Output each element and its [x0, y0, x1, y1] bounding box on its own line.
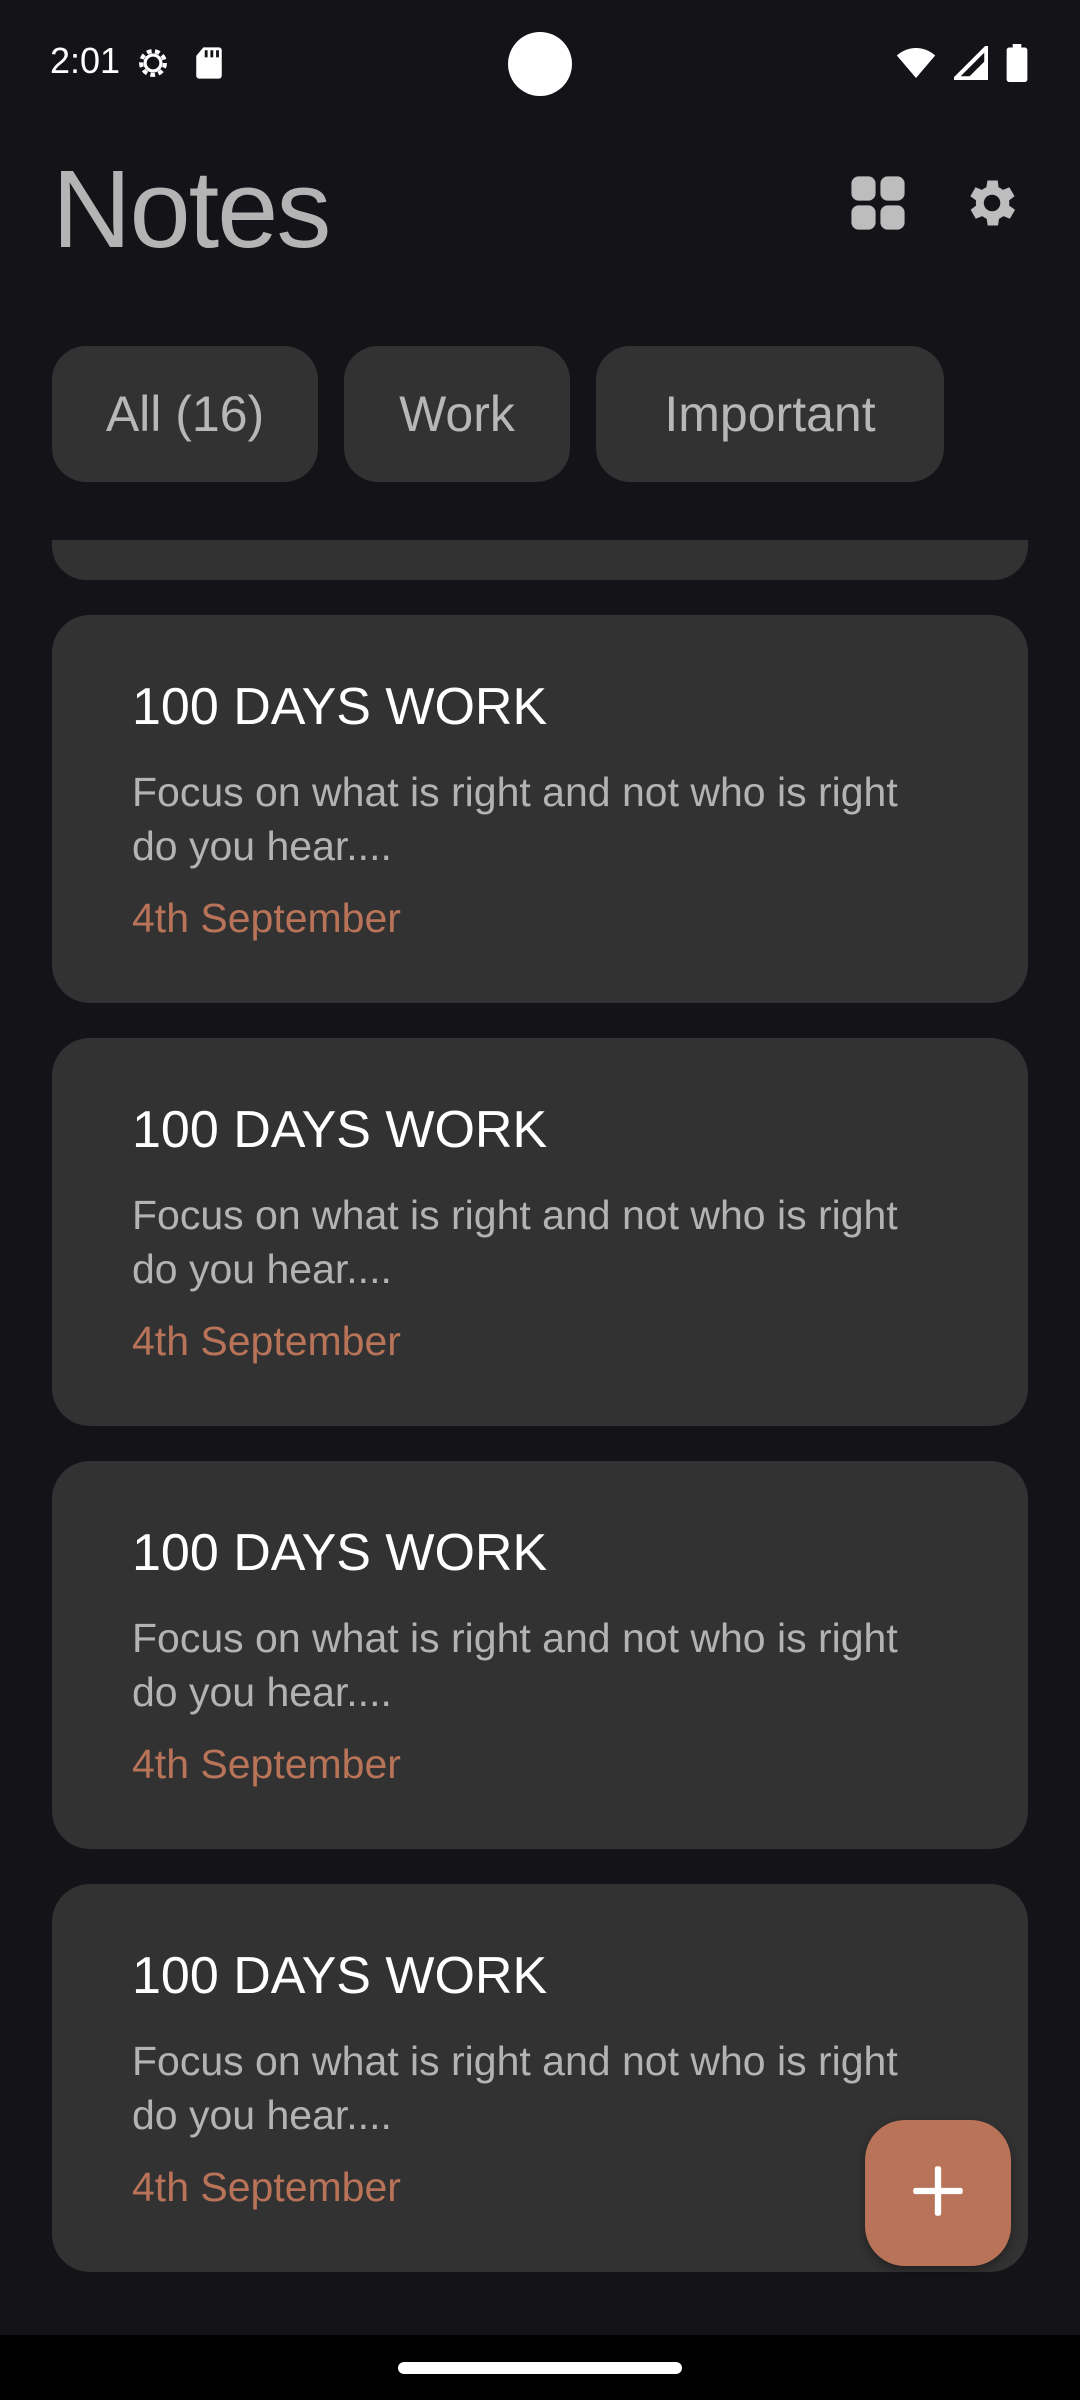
note-title: 100 DAYS WORK — [132, 1947, 548, 2005]
page-title: Notes — [52, 148, 331, 271]
add-note-button[interactable] — [865, 2120, 1011, 2266]
note-title: 100 DAYS WORK — [132, 1524, 548, 1582]
settings-gear-icon — [959, 172, 1021, 239]
settings-button[interactable] — [955, 170, 1025, 240]
note-date: 4th September — [132, 895, 401, 941]
status-icons-right — [896, 42, 1028, 87]
note-preview: Focus on what is right and not who is ri… — [132, 1615, 898, 1715]
plus-icon — [911, 2164, 965, 2223]
note-preview: Focus on what is right and not who is ri… — [132, 2038, 898, 2138]
grid-view-icon — [849, 174, 907, 237]
grid-view-button[interactable] — [843, 170, 913, 240]
status-bar: 2:01 — [0, 0, 1080, 130]
home-gesture-handle[interactable] — [398, 2362, 682, 2374]
note-preview: Focus on what is right and not who is ri… — [132, 1192, 898, 1292]
wifi-icon — [896, 46, 936, 85]
notes-list-scroll[interactable]: 100 DAYS WORK Focus on what is right and… — [0, 540, 1080, 2335]
note-card[interactable]: 100 DAYS WORK Focus on what is right and… — [52, 615, 1028, 1003]
battery-icon — [1006, 44, 1028, 87]
filter-chip-work[interactable]: Work — [344, 346, 570, 482]
signal-icon — [950, 42, 989, 85]
filter-chips: All (16) Work Important — [52, 346, 944, 482]
note-date: 4th September — [132, 1741, 401, 1787]
status-icons-left — [134, 44, 224, 87]
note-preview: Focus on what is right and not who is ri… — [132, 769, 898, 869]
camera-cutout — [508, 32, 572, 96]
status-time: 2:01 — [50, 40, 121, 81]
note-date: 4th September — [132, 2164, 401, 2210]
settings-gear-status-icon — [134, 44, 172, 87]
filter-chip-all[interactable]: All (16) — [52, 346, 318, 482]
filter-chip-important[interactable]: Important — [596, 346, 944, 482]
note-card[interactable]: 100 DAYS WORK Focus on what is right and… — [52, 1038, 1028, 1426]
note-title: 100 DAYS WORK — [132, 678, 548, 736]
note-card-partial[interactable] — [52, 540, 1028, 580]
notes-list: 100 DAYS WORK Focus on what is right and… — [52, 615, 1028, 2307]
note-card[interactable]: 100 DAYS WORK Focus on what is right and… — [52, 1461, 1028, 1849]
note-title: 100 DAYS WORK — [132, 1101, 548, 1159]
note-date: 4th September — [132, 1318, 401, 1364]
sd-card-icon — [194, 46, 224, 85]
